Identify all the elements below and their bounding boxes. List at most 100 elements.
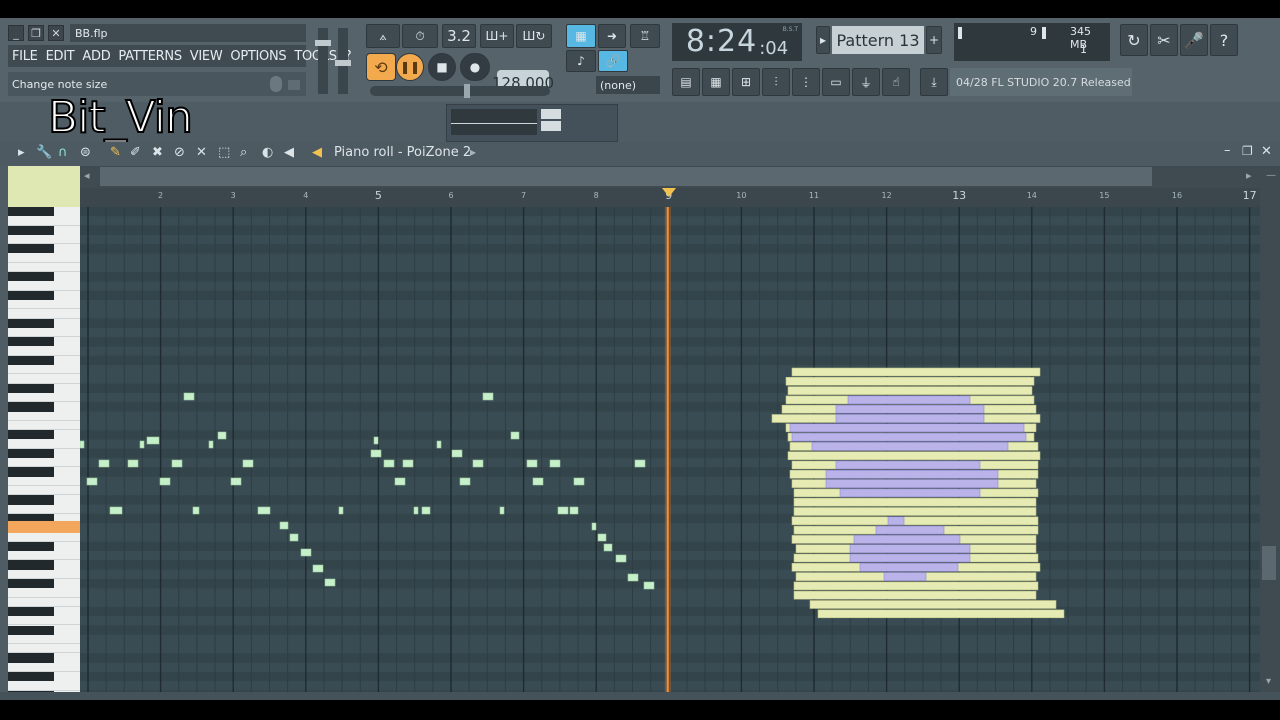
- white-key[interactable]: [8, 309, 80, 319]
- white-key[interactable]: [8, 551, 80, 561]
- snap-selector[interactable]: (none): [596, 76, 660, 94]
- metronome-tool-button[interactable]: ⟑: [366, 24, 400, 48]
- microphone-icon[interactable]: 🎤: [1180, 24, 1208, 56]
- black-key[interactable]: [8, 402, 54, 412]
- stamp-icon[interactable]: ⊜: [80, 145, 91, 160]
- menu-options[interactable]: OPTIONS: [226, 49, 290, 64]
- link-icon[interactable]: 🔗: [598, 50, 628, 72]
- black-key[interactable]: [8, 318, 54, 328]
- playback-tool-icon[interactable]: ◐: [262, 145, 273, 160]
- pr-minimize-icon[interactable]: –: [1224, 143, 1231, 158]
- white-key[interactable]: [8, 570, 80, 579]
- black-key[interactable]: [8, 467, 54, 477]
- black-key[interactable]: [8, 495, 54, 505]
- record-button[interactable]: ●: [460, 53, 490, 81]
- white-key[interactable]: [8, 300, 80, 310]
- menu-edit[interactable]: EDIT: [42, 49, 79, 64]
- note-grid-canvas[interactable]: [80, 207, 1260, 692]
- white-key[interactable]: [8, 598, 80, 607]
- scroll-thumb[interactable]: [100, 167, 1152, 186]
- typing-keyboard-button[interactable]: Ш+: [480, 24, 514, 48]
- options-arrow-icon[interactable]: ▸: [18, 145, 25, 160]
- white-key[interactable]: [8, 374, 80, 384]
- white-key[interactable]: [8, 263, 80, 273]
- white-key[interactable]: [8, 663, 80, 672]
- black-key[interactable]: [8, 606, 54, 617]
- black-key[interactable]: [8, 625, 54, 635]
- white-key[interactable]: [8, 635, 80, 645]
- paint-tool-icon[interactable]: ✐: [130, 145, 141, 160]
- black-key[interactable]: [8, 653, 54, 663]
- horizontal-scrollbar[interactable]: ◂ ▸: [80, 166, 1262, 188]
- pause-button[interactable]: ❚❚: [396, 53, 424, 81]
- brush-tool-button[interactable]: ♪: [566, 50, 596, 72]
- next-arrow-button[interactable]: ➜: [598, 24, 626, 48]
- add-pattern-button[interactable]: +: [926, 26, 942, 54]
- pr-close-icon[interactable]: ✕: [1261, 144, 1272, 159]
- scroll-right-icon[interactable]: ▸: [1246, 169, 1252, 182]
- news-ticker[interactable]: 04/28 FL STUDIO 20.7 Released: [950, 68, 1132, 96]
- black-key[interactable]: [8, 272, 54, 282]
- pr-maximize-icon[interactable]: ❐: [1242, 144, 1253, 158]
- black-key[interactable]: [8, 579, 54, 589]
- white-key[interactable]: [8, 347, 80, 356]
- mute-tool-icon[interactable]: ⊘: [174, 145, 185, 160]
- white-key[interactable]: [8, 616, 80, 626]
- plugin-icon[interactable]: ⏚: [852, 68, 880, 96]
- slice-tool-icon[interactable]: ✕: [196, 145, 207, 160]
- master-pitch-slider[interactable]: [335, 28, 351, 94]
- black-key[interactable]: [8, 244, 54, 254]
- vertical-scrollbar[interactable]: — ▾: [1260, 166, 1280, 700]
- file-icon[interactable]: ▭: [822, 68, 850, 96]
- zoom-tool-icon[interactable]: ⌕: [240, 145, 247, 160]
- piano-keyboard[interactable]: [8, 207, 80, 692]
- black-key[interactable]: [8, 355, 54, 366]
- playhead-marker-icon[interactable]: [661, 188, 676, 197]
- delete-tool-icon[interactable]: ✖: [152, 145, 163, 160]
- menu-tools[interactable]: TOOLS: [290, 49, 340, 64]
- white-key[interactable]: [8, 365, 80, 375]
- mixer-icon[interactable]: ⫶: [762, 68, 790, 96]
- playlist-icon[interactable]: ▤: [672, 68, 700, 96]
- note-grid[interactable]: [80, 207, 1260, 692]
- wait-for-input-button[interactable]: ⏱: [402, 24, 438, 48]
- black-key[interactable]: [8, 672, 54, 682]
- menu-patterns[interactable]: PATTERNS: [114, 49, 185, 64]
- wrench-icon[interactable]: 🔧: [36, 145, 52, 160]
- black-key[interactable]: [8, 560, 54, 570]
- title-arrow-icon[interactable]: ▸: [470, 145, 476, 159]
- black-key[interactable]: [8, 207, 54, 217]
- white-key[interactable]: [8, 421, 80, 431]
- pattern-selector[interactable]: Pattern 13: [832, 26, 924, 54]
- menu-view[interactable]: VIEW: [186, 49, 227, 64]
- instrument-speaker-icon[interactable]: ◀: [312, 145, 322, 160]
- white-key[interactable]: [8, 505, 80, 514]
- black-key[interactable]: [8, 541, 54, 552]
- white-key[interactable]: [8, 533, 80, 542]
- menu-file[interactable]: FILE: [8, 49, 42, 64]
- black-key[interactable]: [8, 225, 54, 235]
- black-key[interactable]: [8, 430, 54, 440]
- white-key[interactable]: [8, 486, 80, 496]
- minimize-icon[interactable]: _: [8, 25, 24, 41]
- scroll-up-icon[interactable]: —: [1266, 170, 1276, 181]
- restore-icon[interactable]: ❐: [28, 25, 44, 41]
- download-icon[interactable]: ⤓: [920, 68, 948, 96]
- white-key[interactable]: [8, 328, 80, 338]
- help-icon[interactable]: ?: [1210, 24, 1238, 56]
- channel-rack-icon[interactable]: ⊞: [732, 68, 760, 96]
- draw-tool-icon[interactable]: ✎: [110, 145, 121, 160]
- white-key[interactable]: [8, 281, 80, 291]
- undo-icon[interactable]: ↻: [1120, 24, 1148, 56]
- plugin-picker-icon[interactable]: ✂: [1150, 24, 1178, 56]
- stop-button[interactable]: ■: [428, 53, 456, 81]
- zoom-corner[interactable]: [8, 166, 80, 207]
- white-key[interactable]: [8, 440, 80, 449]
- magnet-icon[interactable]: ∩: [58, 145, 68, 160]
- pattern-prev-arrow[interactable]: ▸: [816, 26, 830, 54]
- close-icon[interactable]: ✕: [48, 25, 64, 41]
- white-key[interactable]: [8, 681, 80, 691]
- loop-record-button[interactable]: Ш↻: [516, 24, 552, 48]
- black-key[interactable]: [8, 337, 54, 347]
- master-pitch-bar[interactable]: [370, 84, 550, 98]
